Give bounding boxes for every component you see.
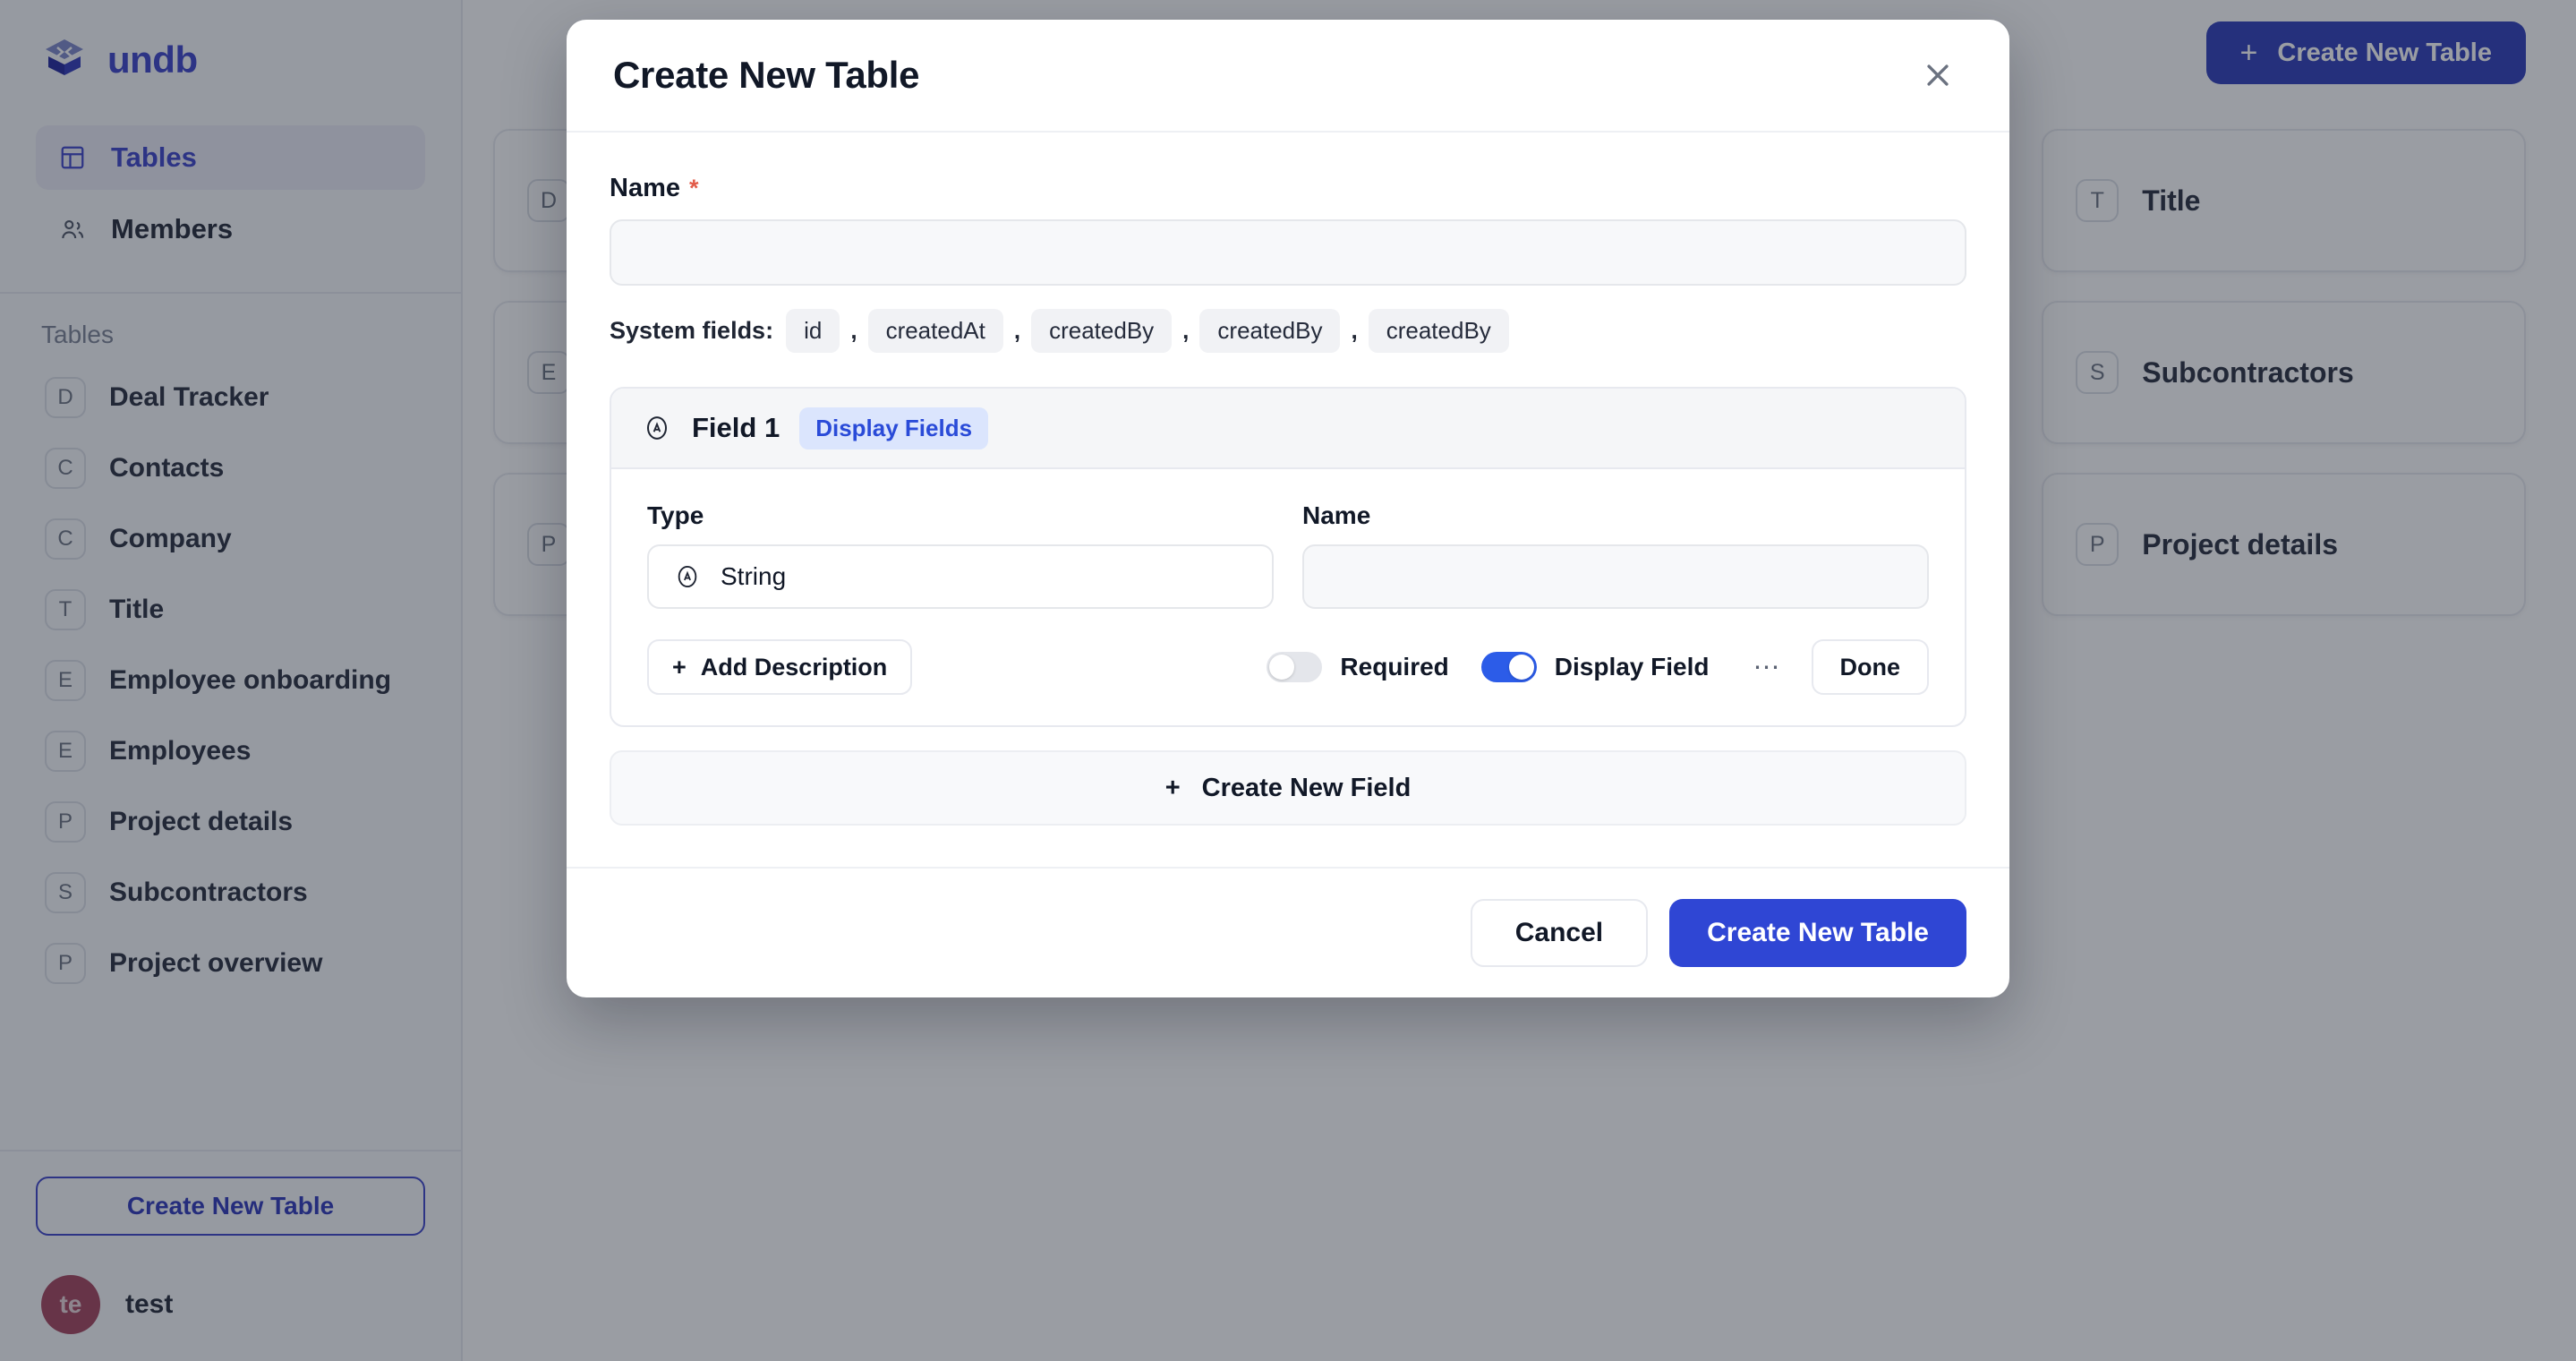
field-type-value: String xyxy=(721,562,786,591)
field-editor-card: Field 1 Display Fields Type xyxy=(610,387,1966,727)
system-fields-row: System fields: id , createdAt , createdB… xyxy=(610,309,1966,353)
dialog-header: Create New Table xyxy=(567,20,2009,133)
system-field-chip: createdBy xyxy=(1199,309,1340,353)
add-description-label: Add Description xyxy=(701,654,888,681)
display-field-toggle-group: Display Field xyxy=(1481,652,1710,682)
separator: , xyxy=(1172,317,1199,345)
submit-create-new-table-button[interactable]: Create New Table xyxy=(1669,899,1966,967)
display-field-toggle-label: Display Field xyxy=(1555,653,1710,681)
system-field-chip: createdAt xyxy=(868,309,1003,353)
system-field-chip: id xyxy=(786,309,840,353)
system-fields-label: System fields: xyxy=(610,317,773,345)
required-toggle[interactable] xyxy=(1267,652,1322,682)
field-title: Field 1 xyxy=(692,412,780,444)
cancel-button[interactable]: Cancel xyxy=(1471,899,1648,967)
display-field-toggle[interactable] xyxy=(1481,652,1537,682)
field-actions-row: + Add Description Required xyxy=(647,639,1929,695)
table-name-label: Name * xyxy=(610,174,1966,203)
ellipsis-icon[interactable]: ⋯ xyxy=(1742,642,1792,692)
dialog-body: Name * System fields: id , createdAt , c… xyxy=(567,133,2009,867)
separator: , xyxy=(1340,317,1368,345)
separator: , xyxy=(1003,317,1031,345)
string-type-icon xyxy=(672,561,703,592)
add-description-button[interactable]: + Add Description xyxy=(647,639,912,695)
plus-icon: + xyxy=(672,654,687,681)
plus-icon: + xyxy=(1165,774,1181,803)
dialog-footer: Cancel Create New Table xyxy=(567,867,2009,997)
field-done-button[interactable]: Done xyxy=(1812,639,1930,695)
field-type-select[interactable]: String xyxy=(647,544,1274,609)
field-type-column: Type String xyxy=(647,501,1274,609)
required-asterisk: * xyxy=(689,175,699,202)
create-new-field-label: Create New Field xyxy=(1202,774,1412,803)
create-new-table-dialog: Create New Table Name * System fields: i… xyxy=(567,20,2009,997)
screen-root: undb Tables xyxy=(0,0,2576,1361)
toggle-knob xyxy=(1509,655,1534,680)
field-name-column: Name xyxy=(1302,501,1929,609)
field-type-label: Type xyxy=(647,501,1274,530)
field-editor-body: Type String xyxy=(611,469,1965,725)
close-icon[interactable] xyxy=(1913,50,1963,100)
table-name-input[interactable] xyxy=(610,219,1966,286)
system-field-chip: createdBy xyxy=(1031,309,1172,353)
system-field-chip: createdBy xyxy=(1369,309,1509,353)
display-fields-badge: Display Fields xyxy=(799,407,988,449)
create-new-field-button[interactable]: + Create New Field xyxy=(610,750,1966,826)
string-type-icon xyxy=(642,413,672,443)
field-type-name-row: Type String xyxy=(647,501,1929,609)
toggle-knob xyxy=(1269,655,1294,680)
table-name-label-text: Name xyxy=(610,174,680,203)
field-name-input[interactable] xyxy=(1302,544,1929,609)
required-toggle-label: Required xyxy=(1340,653,1448,681)
dialog-title: Create New Table xyxy=(613,54,919,97)
field-editor-header[interactable]: Field 1 Display Fields xyxy=(611,389,1965,469)
required-toggle-group: Required xyxy=(1267,652,1448,682)
field-name-label: Name xyxy=(1302,501,1929,530)
separator: , xyxy=(840,317,867,345)
